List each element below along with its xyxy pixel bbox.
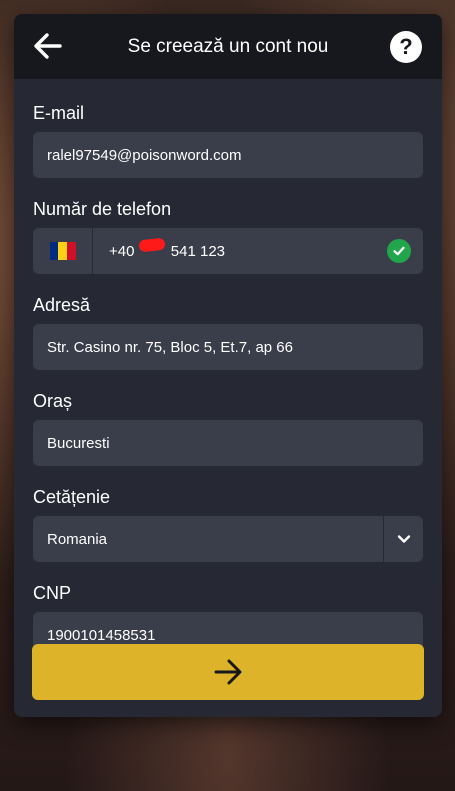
- registration-form: E-mail ralel97549@poisonword.com Număr d…: [14, 79, 442, 658]
- question-icon: ?: [399, 34, 413, 59]
- city-field[interactable]: Bucuresti: [33, 420, 423, 466]
- address-field[interactable]: Str. Casino nr. 75, Bloc 5, Et.7, ap 66: [33, 324, 423, 370]
- country-code-selector[interactable]: [33, 228, 93, 274]
- citizenship-dropdown-button[interactable]: [383, 516, 423, 562]
- redaction-mark: [138, 237, 166, 252]
- email-field[interactable]: ralel97549@poisonword.com: [33, 132, 423, 178]
- next-button[interactable]: [32, 644, 424, 700]
- citizenship-value: Romania: [47, 530, 108, 548]
- address-label: Adresă: [33, 295, 91, 315]
- back-button[interactable]: [30, 28, 66, 64]
- cnp-value: 1900101458531: [47, 626, 156, 644]
- modal-header: Se creează un cont nou ?: [14, 14, 442, 79]
- arrow-right-icon: [214, 659, 242, 685]
- city-value: Bucuresti: [47, 434, 110, 452]
- citizenship-select[interactable]: Romania: [33, 516, 423, 562]
- phone-field[interactable]: +40 541 123: [33, 228, 423, 274]
- citizenship-label: Cetățenie: [33, 487, 111, 507]
- email-label: E-mail: [33, 103, 85, 123]
- phone-prefix: +40: [109, 242, 135, 260]
- chevron-down-icon: [397, 535, 410, 543]
- city-label: Oraș: [33, 391, 73, 411]
- phone-number: 541 123: [170, 242, 226, 260]
- create-account-modal: Se creează un cont nou ? E-mail ralel975…: [14, 14, 442, 717]
- page-title: Se creează un cont nou: [127, 35, 329, 57]
- help-button[interactable]: ?: [390, 31, 422, 63]
- romania-flag-icon: [49, 242, 76, 260]
- cnp-label: CNP: [33, 583, 72, 603]
- arrow-left-icon: [34, 33, 62, 59]
- email-value: ralel97549@poisonword.com: [47, 146, 242, 164]
- phone-label: Număr de telefon: [33, 199, 172, 219]
- check-circle-icon: [387, 239, 411, 263]
- address-value: Str. Casino nr. 75, Bloc 5, Et.7, ap 66: [47, 338, 293, 356]
- phone-value: +40 541 123: [93, 237, 387, 260]
